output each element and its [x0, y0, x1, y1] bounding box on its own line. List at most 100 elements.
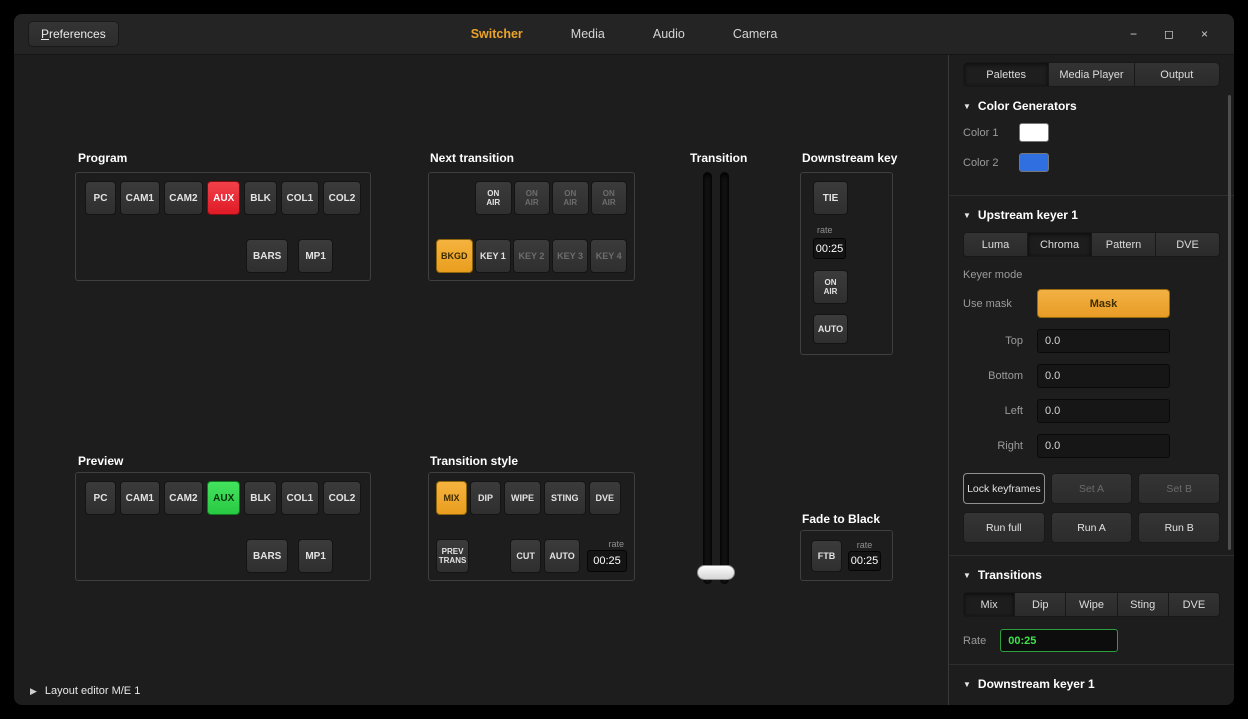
side-panel-tabs: Palettes Media Player Output — [963, 62, 1220, 87]
transitions-tab-dve[interactable]: DVE — [1168, 593, 1219, 616]
next-transition-title: Next transition — [430, 151, 514, 165]
preview-source-col1[interactable]: COL1 — [281, 481, 319, 515]
preferences-button[interactable]: Preferences — [28, 21, 119, 47]
next-key3-button[interactable]: KEY 3 — [552, 239, 589, 273]
lock-keyframes-button[interactable]: Lock keyframes — [963, 473, 1045, 504]
program-source-aux[interactable]: AUX — [207, 181, 240, 215]
transitions-tab-dip[interactable]: Dip — [1014, 593, 1065, 616]
tab-media[interactable]: Media — [569, 21, 607, 47]
dsk-auto-button[interactable]: AUTO — [813, 314, 848, 344]
ftb-rate-value[interactable]: 00:25 — [848, 551, 881, 571]
transitions-header[interactable]: ▼ Transitions — [963, 556, 1220, 592]
mask-top-input[interactable] — [1037, 329, 1170, 353]
preview-source-cam1[interactable]: CAM1 — [120, 481, 160, 515]
set-a-button[interactable]: Set A — [1051, 473, 1133, 504]
upstream-keyer-header[interactable]: ▼ Upstream keyer 1 — [963, 196, 1220, 232]
tab-output[interactable]: Output — [1134, 63, 1219, 86]
preview-source-col2[interactable]: COL2 — [323, 481, 361, 515]
mask-bottom-input[interactable] — [1037, 364, 1170, 388]
keyer-tab-luma[interactable]: Luma — [964, 233, 1027, 256]
maximize-icon[interactable]: ◻ — [1164, 28, 1174, 40]
prevtrans-line2: TRANS — [439, 556, 467, 565]
style-sting-button[interactable]: STING — [544, 481, 586, 515]
dsk-rate-value[interactable]: 00:25 — [813, 238, 846, 259]
mask-left-input[interactable] — [1037, 399, 1170, 423]
transitions-rate-label: Rate — [963, 635, 986, 647]
preview-source-bars[interactable]: BARS — [246, 539, 288, 573]
transition-rate-value[interactable]: 00:25 — [587, 550, 627, 572]
minimize-icon[interactable]: − — [1130, 28, 1137, 40]
ftb-rate-group: rate 00:25 — [848, 540, 881, 571]
run-b-button[interactable]: Run B — [1138, 512, 1220, 543]
run-full-button[interactable]: Run full — [963, 512, 1045, 543]
preview-source-blk[interactable]: BLK — [244, 481, 277, 515]
next-key2-button[interactable]: KEY 2 — [513, 239, 550, 273]
program-title: Program — [78, 151, 127, 165]
color1-swatch[interactable] — [1019, 123, 1049, 142]
program-source-pc[interactable]: PC — [85, 181, 116, 215]
tab-audio[interactable]: Audio — [651, 21, 687, 47]
program-source-cam1[interactable]: CAM1 — [120, 181, 160, 215]
key1-onair-button[interactable]: ONAIR — [475, 181, 512, 215]
prev-trans-button[interactable]: PREVTRANS — [436, 539, 469, 573]
next-key4-button[interactable]: KEY 4 — [590, 239, 627, 273]
downstream-keyer-header[interactable]: ▼ Downstream keyer 1 — [963, 665, 1220, 701]
preview-source-aux[interactable]: AUX — [207, 481, 240, 515]
key4-onair-button[interactable]: ONAIR — [591, 181, 628, 215]
next-bkgd-button[interactable]: BKGD — [436, 239, 473, 273]
transitions-tab-sting[interactable]: Sting — [1117, 593, 1168, 616]
keyer-tab-dve[interactable]: DVE — [1155, 233, 1219, 256]
tab-switcher[interactable]: Switcher — [469, 21, 525, 47]
next-key1-button[interactable]: KEY 1 — [475, 239, 512, 273]
mask-toggle-button[interactable]: Mask — [1037, 289, 1170, 318]
color-generators-title: Color Generators — [978, 99, 1077, 113]
keyer-tab-pattern[interactable]: Pattern — [1091, 233, 1155, 256]
preview-source-mp1[interactable]: MP1 — [298, 539, 333, 573]
transition-style-row2: PREVTRANS CUT AUTO rate 00:25 — [436, 539, 627, 573]
tbar-handle[interactable] — [697, 565, 735, 580]
transitions-tab-wipe[interactable]: Wipe — [1065, 593, 1116, 616]
program-source-col1[interactable]: COL1 — [281, 181, 319, 215]
program-source-col2[interactable]: COL2 — [323, 181, 361, 215]
tab-palettes[interactable]: Palettes — [964, 63, 1048, 86]
style-dve-button[interactable]: DVE — [589, 481, 622, 515]
dsk-onair-button[interactable]: ONAIR — [813, 270, 848, 304]
onair-line1: ON — [603, 189, 615, 198]
transitions-tab-mix[interactable]: Mix — [964, 593, 1014, 616]
run-a-button[interactable]: Run A — [1051, 512, 1133, 543]
style-dip-button[interactable]: DIP — [470, 481, 501, 515]
key2-onair-button[interactable]: ONAIR — [514, 181, 551, 215]
color2-swatch[interactable] — [1019, 153, 1049, 172]
mask-right-input[interactable] — [1037, 434, 1170, 458]
transitions-rate-input[interactable] — [1000, 629, 1118, 652]
program-source-mp1[interactable]: MP1 — [298, 239, 333, 273]
transition-style-panel: MIX DIP WIPE STING DVE PREVTRANS CUT AUT… — [428, 472, 635, 581]
preview-source-cam2[interactable]: CAM2 — [164, 481, 204, 515]
tab-camera[interactable]: Camera — [731, 21, 779, 47]
key3-onair-button[interactable]: ONAIR — [552, 181, 589, 215]
tab-media-player[interactable]: Media Player — [1048, 63, 1133, 86]
preview-source-pc[interactable]: PC — [85, 481, 116, 515]
program-source-cam2[interactable]: CAM2 — [164, 181, 204, 215]
onair-line1: ON — [526, 189, 538, 198]
fade-to-black-panel: FTB rate 00:25 — [800, 530, 893, 581]
keyer-tab-chroma[interactable]: Chroma — [1027, 233, 1091, 256]
transition-rate-label: rate — [587, 539, 627, 549]
style-wipe-button[interactable]: WIPE — [504, 481, 541, 515]
auto-transition-button[interactable]: AUTO — [544, 539, 580, 573]
program-source-bars[interactable]: BARS — [246, 239, 288, 273]
side-panel: Palettes Media Player Output ▼ Color Gen… — [948, 55, 1234, 705]
side-panel-scrollbar[interactable] — [1228, 95, 1231, 550]
layout-editor-expander[interactable]: ▶ Layout editor M/E 1 — [30, 685, 140, 697]
set-b-button[interactable]: Set B — [1138, 473, 1220, 504]
ftb-button[interactable]: FTB — [811, 540, 842, 572]
style-mix-button[interactable]: MIX — [436, 481, 467, 515]
dsk-tie-button[interactable]: TIE — [813, 181, 848, 215]
color-generators-header[interactable]: ▼ Color Generators — [963, 87, 1220, 123]
program-source-blk[interactable]: BLK — [244, 181, 277, 215]
close-icon[interactable]: × — [1201, 28, 1208, 40]
keyer-mode-tabs: Luma Chroma Pattern DVE — [963, 232, 1220, 257]
cut-button[interactable]: CUT — [510, 539, 541, 573]
tbar-track-right — [720, 172, 729, 584]
program-row2: BARS MP1 — [246, 239, 361, 273]
